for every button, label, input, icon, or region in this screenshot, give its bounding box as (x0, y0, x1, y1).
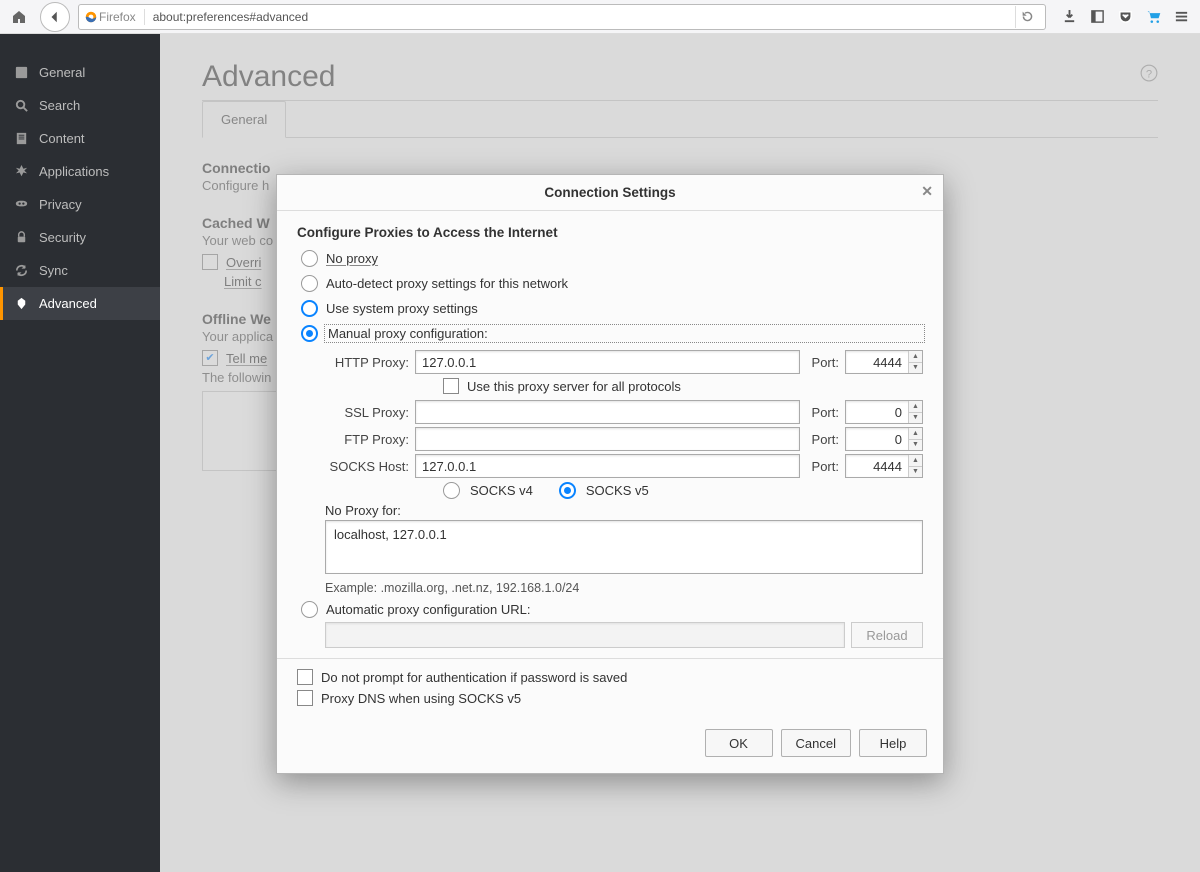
sidebar-item-content[interactable]: Content (0, 122, 160, 155)
sidebar-item-search[interactable]: Search (0, 89, 160, 122)
cancel-button[interactable]: Cancel (781, 729, 851, 757)
dialog-heading: Configure Proxies to Access the Internet (297, 225, 923, 240)
proxy-dns-checkbox[interactable] (297, 690, 313, 706)
radio-socks-v4[interactable] (443, 482, 460, 499)
ssl-port-input[interactable] (846, 401, 908, 423)
dialog-title: Connection Settings (544, 185, 675, 200)
sidebar-icon[interactable] (1084, 4, 1110, 30)
use-for-all-checkbox[interactable] (443, 378, 459, 394)
back-button[interactable] (40, 2, 70, 32)
radio-auto-url[interactable] (301, 601, 318, 618)
sidebar-item-privacy[interactable]: Privacy (0, 188, 160, 221)
ssl-port-spinner[interactable]: ▲▼ (908, 401, 922, 423)
dialog-title-bar: Connection Settings ✕ (277, 175, 943, 211)
ftp-port-spinner[interactable]: ▲▼ (908, 428, 922, 450)
sidebar-item-general[interactable]: General (0, 56, 160, 89)
identity-box: Firefox (85, 10, 136, 24)
auto-url-input (325, 622, 845, 648)
close-icon[interactable]: ✕ (921, 183, 933, 200)
sidebar-item-advanced[interactable]: Advanced (0, 287, 160, 320)
menu-icon[interactable] (1168, 4, 1194, 30)
url-bar[interactable]: Firefox about:preferences#advanced (78, 4, 1046, 30)
socks-host-input[interactable] (415, 454, 800, 478)
connection-settings-dialog: Connection Settings ✕ Configure Proxies … (276, 174, 944, 774)
no-proxy-example: Example: .mozilla.org, .net.nz, 192.168.… (325, 581, 923, 595)
socks-port-spinner[interactable]: ▲▼ (908, 455, 922, 477)
http-proxy-label: HTTP Proxy: (325, 355, 409, 370)
ftp-proxy-input[interactable] (415, 427, 800, 451)
browser-toolbar: Firefox about:preferences#advanced (0, 0, 1200, 34)
no-proxy-label: No Proxy for: (325, 503, 923, 518)
socks-host-label: SOCKS Host: (325, 459, 409, 474)
radio-manual-proxy[interactable] (301, 325, 318, 342)
no-prompt-checkbox[interactable] (297, 669, 313, 685)
radio-system-proxy[interactable] (301, 300, 318, 317)
socks-port-input[interactable] (846, 455, 908, 477)
identity-label: Firefox (99, 10, 136, 24)
url-text: about:preferences#advanced (153, 10, 1011, 24)
ok-button[interactable]: OK (705, 729, 773, 757)
ftp-port-input[interactable] (846, 428, 908, 450)
sidebar-item-security[interactable]: Security (0, 221, 160, 254)
help-button[interactable]: Help (859, 729, 927, 757)
sidebar-item-sync[interactable]: Sync (0, 254, 160, 287)
no-proxy-textarea[interactable] (325, 520, 923, 574)
ssl-proxy-input[interactable] (415, 400, 800, 424)
radio-auto-detect[interactable] (301, 275, 318, 292)
radio-no-proxy[interactable] (301, 250, 318, 267)
reload-icon[interactable] (1015, 6, 1039, 28)
http-proxy-input[interactable] (415, 350, 800, 374)
http-port-spinner[interactable]: ▲▼ (908, 351, 922, 373)
pocket-icon[interactable] (1112, 4, 1138, 30)
ftp-proxy-label: FTP Proxy: (325, 432, 409, 447)
downloads-icon[interactable] (1056, 4, 1082, 30)
home-icon[interactable] (6, 4, 32, 30)
radio-socks-v5[interactable] (559, 482, 576, 499)
sidebar-item-applications[interactable]: Applications (0, 155, 160, 188)
reload-button: Reload (851, 622, 923, 648)
preferences-sidebar: General Search Content Applications Priv… (0, 34, 160, 872)
cart-icon[interactable] (1140, 4, 1166, 30)
ssl-proxy-label: SSL Proxy: (325, 405, 409, 420)
http-port-input[interactable] (846, 351, 908, 373)
